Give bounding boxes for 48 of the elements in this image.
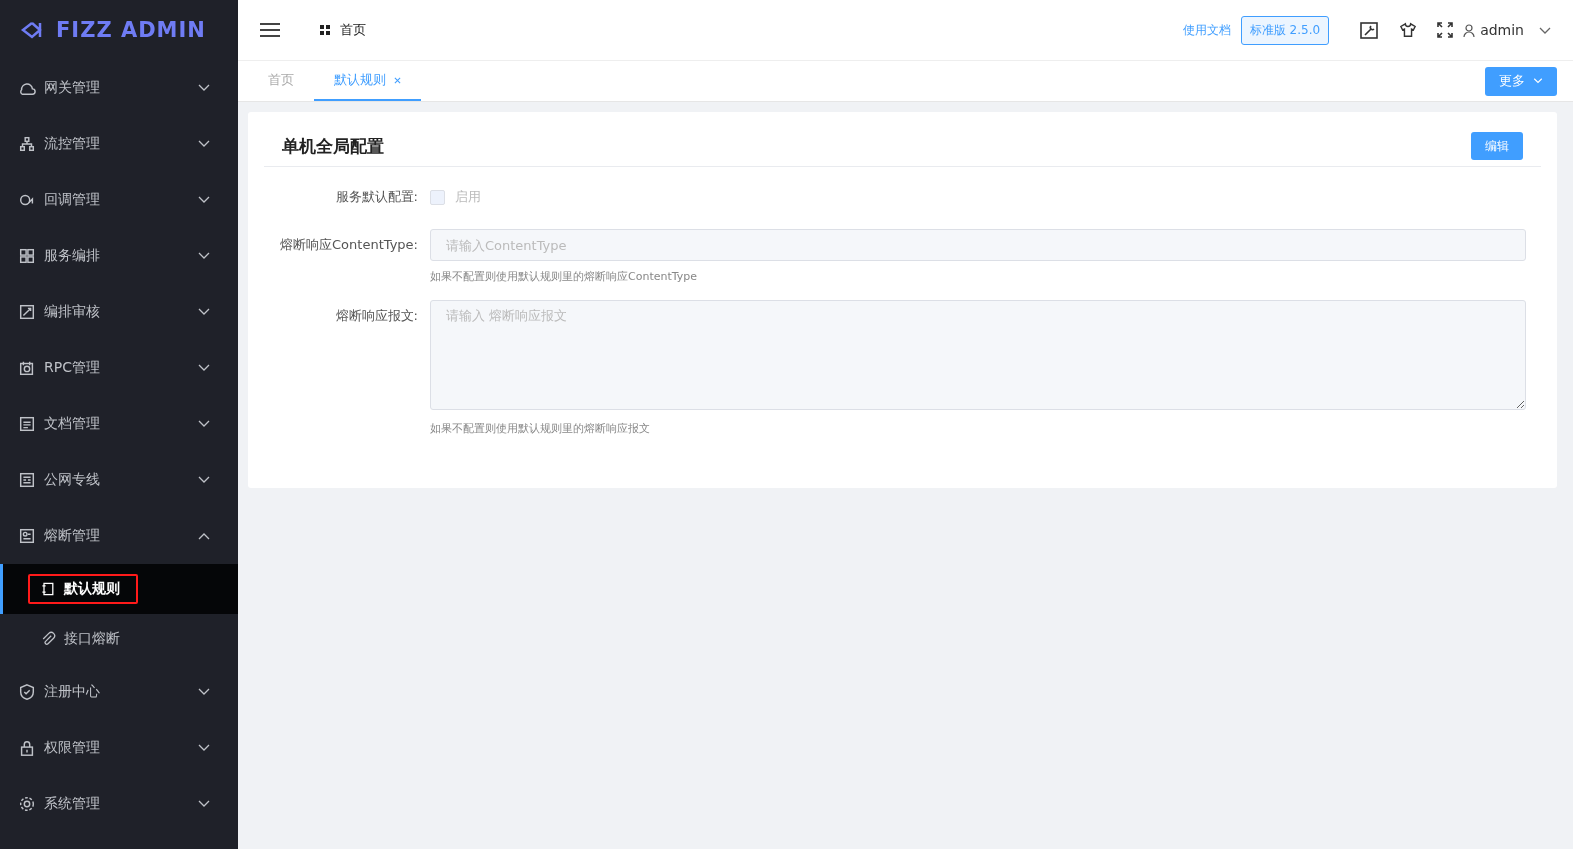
version-badge: 标准版 2.5.0 — [1240, 15, 1330, 45]
menu-item[interactable]: 熔断管理 — [0, 508, 238, 564]
menu-item[interactable]: 编排审核 — [0, 284, 238, 340]
user-icon — [1463, 23, 1476, 37]
breadcrumb-text[interactable]: 首页 — [340, 21, 366, 39]
card-title: 单机全局配置 — [282, 134, 384, 158]
chevron-down-icon — [1533, 78, 1543, 84]
submenu-item[interactable]: 默认规则 — [0, 564, 238, 614]
menu-item[interactable]: 服务编排 — [0, 228, 238, 284]
menu-item[interactable]: 权限管理 — [0, 720, 238, 776]
chevron-up-icon — [198, 532, 210, 540]
fullscreen-icon[interactable] — [1437, 22, 1454, 38]
chevron-down-icon — [198, 800, 210, 808]
field-hint: 如果不配置则使用默认规则里的熔断响应报文 — [430, 421, 651, 436]
checkbox-label: 启用 — [455, 188, 481, 206]
menu-item[interactable]: 注册中心 — [0, 664, 238, 720]
chevron-down-icon — [1539, 27, 1551, 35]
chevron-down-icon — [198, 364, 210, 372]
chevron-down-icon — [198, 252, 210, 260]
chevron-down-icon — [198, 196, 210, 204]
menu-item[interactable]: 网关管理 — [0, 60, 238, 116]
menu-item[interactable]: 回调管理 — [0, 172, 238, 228]
username[interactable]: admin — [1480, 22, 1524, 38]
shirt-icon[interactable] — [1399, 22, 1418, 38]
submenu-label: 接口熔断 — [64, 630, 120, 648]
notebook-icon — [40, 581, 56, 597]
field-label: 服务默认配置: — [334, 188, 418, 206]
paperclip-icon — [40, 631, 56, 647]
chevron-down-icon — [198, 84, 210, 92]
chevron-down-icon — [198, 688, 210, 696]
close-icon[interactable] — [394, 76, 401, 84]
menu-item[interactable]: 系统管理 — [0, 776, 238, 832]
chevron-down-icon — [198, 140, 210, 148]
chevron-down-icon — [198, 476, 210, 484]
submenu-label: 默认规则 — [64, 580, 120, 598]
field-label: 熔断响应报文: — [334, 307, 418, 325]
menu-item[interactable]: RPC管理 — [0, 340, 238, 396]
chevron-down-icon — [198, 308, 210, 316]
menu-item[interactable]: 文档管理 — [0, 396, 238, 452]
menu-item[interactable]: 公网专线 — [0, 452, 238, 508]
wrench-notebook-icon[interactable] — [1359, 20, 1380, 40]
chevron-down-icon — [198, 744, 210, 752]
field-label: 熔断响应ContentType: — [279, 236, 418, 254]
grid-icon — [320, 25, 330, 35]
menu-item[interactable]: 流控管理 — [0, 116, 238, 172]
field-hint: 如果不配置则使用默认规则里的熔断响应ContentType — [430, 269, 698, 284]
chevron-down-icon — [198, 420, 210, 428]
logo-text: FIZZ ADMIN — [56, 18, 206, 42]
